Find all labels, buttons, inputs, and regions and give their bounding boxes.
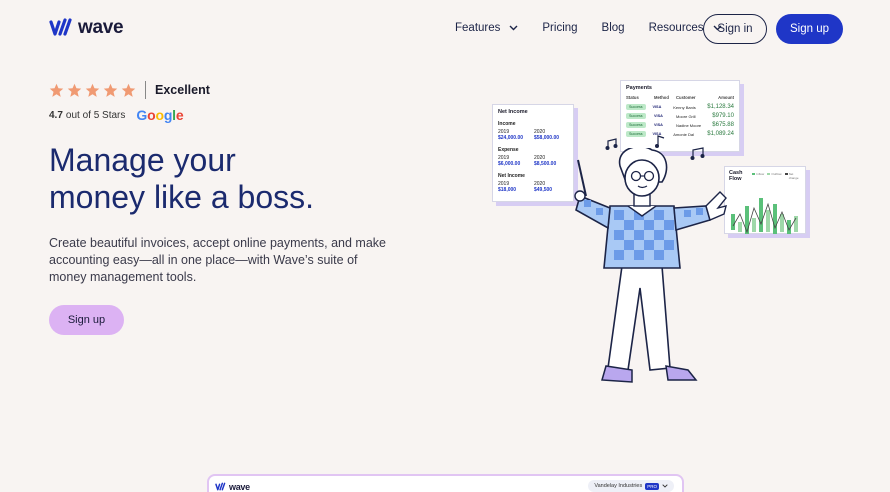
star-icon [103, 83, 118, 97]
star-rating [49, 83, 139, 98]
payments-card: Payments Status Method Customer Amount S… [620, 80, 740, 152]
nav-item-blog[interactable]: Blog [602, 22, 625, 34]
hero-subtext: Create beautiful invoices, accept online… [49, 236, 386, 284]
net-income-section: Income 2019 $24,000.00 2020 $58,000.00 [498, 121, 560, 141]
cash-flow-bar [745, 206, 749, 234]
rating-score: 4.7 out of 5 Stars Google [49, 107, 184, 123]
app-preview: wave Vandelay Industries PRO [207, 474, 684, 492]
payment-row: Success VISA Nadine Moore $675.88 [626, 122, 734, 128]
nav-item-features[interactable]: Features [455, 22, 518, 34]
wave-logo-text: wave [78, 17, 124, 38]
sign-in-button[interactable]: Sign in [703, 14, 767, 44]
star-icon [85, 83, 100, 97]
cash-flow-legend: Inflow Outflow Net change [752, 172, 801, 180]
cash-flow-bar [773, 204, 777, 234]
top-nav: wave Features Pricing Blog Resources Sig… [0, 0, 890, 58]
sign-up-button[interactable]: Sign up [776, 14, 843, 44]
star-icon [67, 83, 82, 97]
cash-flow-bar [752, 218, 756, 232]
wave-logo-icon [215, 482, 226, 491]
payment-row: Success VISA Amonie Dal $1,089.24 [626, 131, 734, 137]
google-logo: Google [136, 107, 184, 123]
rating-divider [145, 81, 146, 99]
pro-badge: PRO [645, 482, 659, 490]
music-note-icon [655, 135, 665, 148]
wave-logo[interactable]: wave [49, 17, 124, 39]
cash-flow-net-line [732, 202, 797, 234]
net-income-card: Net Income Income 2019 $24,000.00 2020 $58… [492, 104, 574, 202]
hero-headline: Manage your money like a boss. [49, 142, 315, 215]
rating-score-text: out of 5 Stars [65, 109, 126, 121]
org-switcher[interactable]: Vandelay Industries PRO [588, 480, 674, 492]
cash-flow-chart [731, 198, 798, 234]
nav-item-pricing[interactable]: Pricing [542, 22, 577, 34]
rating-row: Excellent [49, 81, 210, 99]
payments-header-row: Status Method Customer Amount [626, 95, 734, 100]
star-icon [49, 83, 64, 97]
net-income-section: Expense 2019 $6,000.00 2020 $8,500.00 [498, 147, 557, 167]
cash-flow-bar [766, 210, 770, 232]
rating-score-value: 4.7 [49, 109, 63, 121]
payment-row: Success VISA Moore Grill $979.10 [626, 113, 734, 119]
star-icon [121, 83, 136, 97]
net-income-section: Net Income 2019 $18,000 2020 $49,500 [498, 173, 553, 193]
wave-logo-icon [49, 18, 72, 36]
preview-logo: wave [215, 482, 250, 492]
chevron-down-icon [662, 484, 668, 488]
hero-sign-up-button[interactable]: Sign up [49, 305, 124, 335]
hero-illustration: Net Income Income 2019 $24,000.00 2020 $58… [490, 78, 820, 398]
person-illustration [574, 148, 727, 383]
cash-flow-bar [759, 198, 763, 232]
payment-row: Success VISA Kenny Banis $1,128.34 [626, 104, 734, 110]
nav-links: Features Pricing Blog Resources [455, 22, 746, 34]
rating-label: Excellent [155, 83, 210, 97]
chevron-down-icon [509, 25, 518, 31]
